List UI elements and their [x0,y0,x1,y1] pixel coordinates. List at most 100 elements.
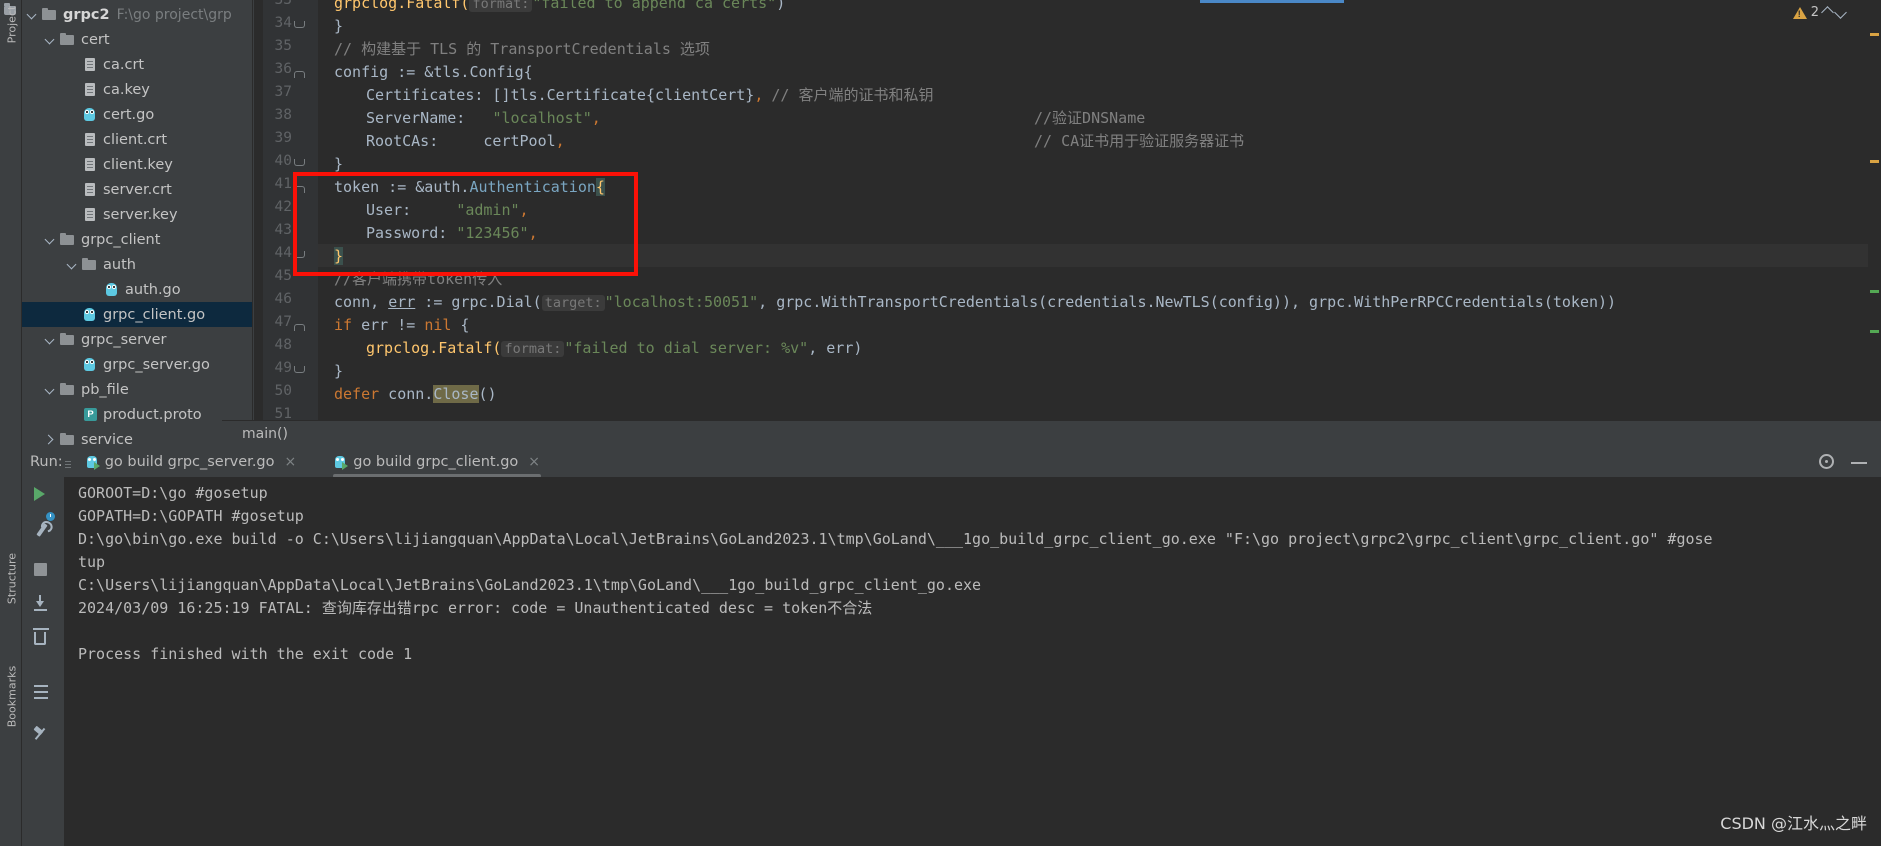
layout-button[interactable] [34,685,52,703]
code-l37-comment: // 客户端的证书和私钥 [771,86,934,104]
proto-icon [81,407,98,422]
chevron-down-icon[interactable] [44,333,57,346]
inspection-status-widget[interactable]: 2 [1792,5,1847,20]
fold-start-icon[interactable] [294,320,305,331]
minimize-icon[interactable] [1851,454,1869,472]
line-number: 50 [274,383,292,399]
code-l42-comma: , [519,201,529,219]
tool-tab-project[interactable]: Project [6,0,19,51]
tree-item-client-key[interactable]: client.key [22,152,252,177]
code-l48-end: , err) [808,339,863,357]
tree-item-grpc-server-go[interactable]: grpc_server.go [22,352,252,377]
pin-icon [34,727,48,741]
tree-item-label: ca.key [103,81,150,98]
fold-start-icon[interactable] [294,67,305,78]
chevron-down-icon[interactable] [44,383,57,396]
console-line: D:\go\bin\go.exe build -o C:\Users\lijia… [78,530,1713,548]
code-l50-b: () [478,385,497,403]
tree-item-cert-go[interactable]: cert.go [22,102,252,127]
console-line: 2024/03/09 16:25:19 FATAL: 查询库存出错rpc err… [78,599,873,617]
tree-item-auth[interactable]: auth [22,252,252,277]
line-number: 45 [274,268,292,284]
chevron-down-icon[interactable] [1834,6,1847,19]
tree-item-ca-crt[interactable]: ca.crt [22,52,252,77]
line-number: 46 [274,291,292,307]
tree-item-auth-go[interactable]: auth.go [22,277,252,302]
chevron-down-icon[interactable] [66,258,79,271]
change-marker[interactable] [1870,330,1879,333]
tool-tab-bookmarks[interactable]: Bookmarks [6,661,19,733]
tree-item-grpc-client[interactable]: grpc_client [22,227,252,252]
editor-scrollbar[interactable] [1868,0,1881,420]
run-tab-client[interactable]: go build grpc_client.go × [327,447,547,478]
tree-item-label: client.crt [103,131,168,148]
line-number: 49 [274,360,292,376]
change-marker[interactable] [1870,290,1879,293]
clear-all-button[interactable] [33,628,52,650]
chevron-none [66,208,79,221]
run-label: Run: [30,454,63,470]
tree-item-server-key[interactable]: server.key [22,202,252,227]
run-tab-bar: Run: go build grpc_server.go × go build … [22,447,1881,478]
code-l33-end: ) [776,0,786,12]
rerun-button[interactable] [34,487,52,505]
breadcrumb[interactable]: main() [222,420,1881,447]
scroll-to-end-button[interactable] [34,595,52,613]
fold-start-icon[interactable] [294,182,305,193]
chevron-down-icon[interactable] [44,33,57,46]
chevron-right-icon[interactable] [44,433,57,446]
line-number: 37 [274,84,292,100]
tree-item-label: product.proto [103,406,202,423]
code-l38-val: "localhost" [492,109,592,127]
chevron-up-icon[interactable] [1821,6,1834,19]
code-editor[interactable]: 33 34 35 36 37 38 39 40 41 42 43 44 45 46 47 48 49 50 51 g… [254,0,1881,420]
file-icon [81,132,98,147]
tool-tab-structure[interactable]: Structure [6,545,19,613]
close-tab-icon[interactable]: × [528,454,540,470]
code-l42-key: User: [366,201,457,219]
folder-icon [81,257,98,272]
tree-item-grpc-client-go[interactable]: grpc_client.go [22,302,252,327]
chevron-down-icon[interactable] [44,233,57,246]
go-icon [81,357,98,372]
close-tab-icon[interactable]: × [285,454,297,470]
tree-item-path: F:\go project\grp [116,6,232,23]
line-number: 47 [274,314,292,330]
tree-item-server-crt[interactable]: server.crt [22,177,252,202]
warning-marker[interactable] [1870,160,1879,163]
console-line: Process finished with the exit code 1 [78,645,413,663]
code-l46-a: conn, [334,293,389,311]
play-icon [34,487,45,501]
tree-item-product-proto[interactable]: product.proto [22,402,252,427]
line-number: 41 [274,176,292,192]
pin-button[interactable] [34,727,52,745]
run-tab-server[interactable]: go build grpc_server.go × [79,447,304,477]
line-number: 42 [274,199,292,215]
code-l47-b: { [451,316,470,334]
editor-gutter[interactable]: 33 34 35 36 37 38 39 40 41 42 43 44 45 46 47 48 49 50 51 [254,0,318,420]
tree-item-client-crt[interactable]: client.crt [22,127,252,152]
tree-item-pb-file[interactable]: pb_file [22,377,252,402]
settings-gear-icon[interactable] [1819,454,1837,472]
code-l50-a: conn. [379,385,434,403]
tree-item-grpc2[interactable]: grpc2 F:\go project\grp [22,2,252,27]
go-icon [103,282,120,297]
code-text-area[interactable]: grpclog.Fatalf(format: "failed to append … [318,0,1881,420]
chevron-none [66,183,79,196]
tree-item-grpc-server[interactable]: grpc_server [22,327,252,352]
breadcrumb-label: main() [242,426,288,442]
edit-configurations-button[interactable] [34,523,52,541]
chevron-none [66,308,79,321]
tree-item-cert[interactable]: cert [22,27,252,52]
folder-icon [59,32,76,47]
console-output[interactable]: GOROOT=D:\go #gosetup GOPATH=D:\GOPATH #g… [64,477,1881,846]
chevron-down-icon[interactable] [26,8,39,21]
code-l39-comma: , [555,132,565,150]
tree-item-label: grpc_client.go [103,306,206,323]
code-l39-comment: // CA证书用于验证服务器证书 [1034,132,1245,150]
tree-item-ca-key[interactable]: ca.key [22,77,252,102]
stop-button[interactable] [34,563,52,581]
code-l50-fn: Close [433,385,479,403]
warning-marker[interactable] [1870,33,1879,36]
watermark: CSDN @江水灬之畔 [1720,814,1867,833]
